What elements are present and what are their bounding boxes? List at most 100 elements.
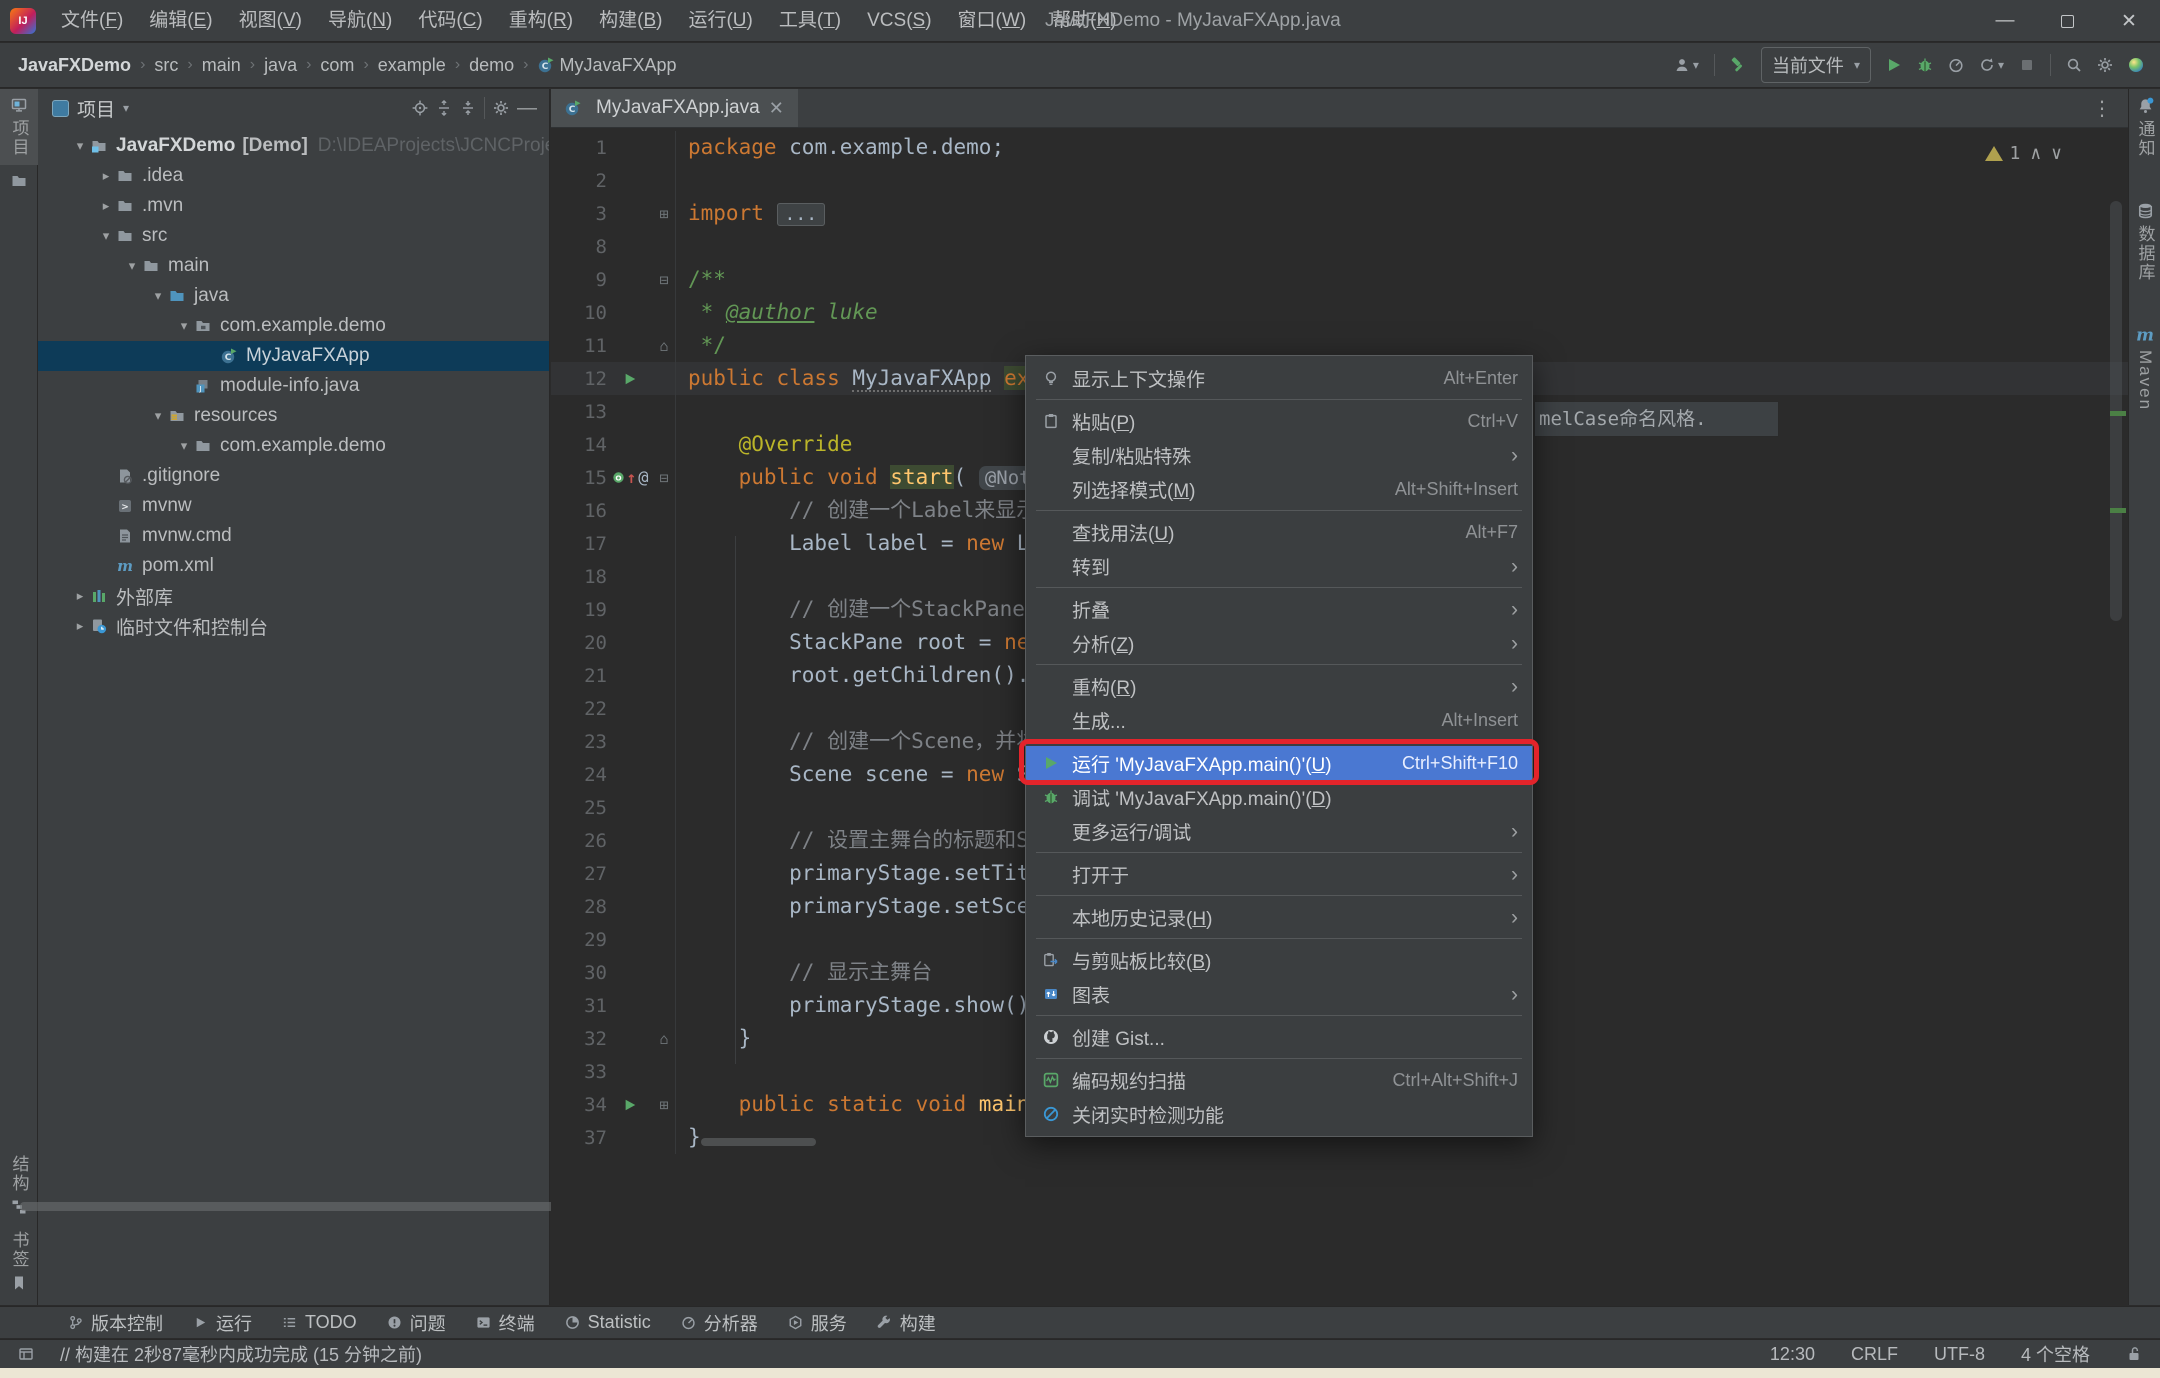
- tree-row[interactable]: ▸临时文件和控制台: [38, 611, 549, 641]
- tree-chevron-icon[interactable]: ▸: [95, 198, 117, 214]
- tree-row[interactable]: >mvnw: [38, 491, 549, 521]
- rerun-button[interactable]: ▾: [1979, 57, 2004, 73]
- toolwindow-button-problems[interactable]: 问题: [387, 1310, 446, 1336]
- tree-row[interactable]: ▾com.example.demo: [38, 431, 549, 461]
- caret-position[interactable]: 12:30: [1770, 1344, 1815, 1365]
- menu-b[interactable]: 构建(B): [586, 0, 675, 42]
- context-menu-item[interactable]: 生成...Alt+Insert: [1026, 703, 1532, 737]
- tree-chevron-icon[interactable]: ▾: [95, 228, 117, 244]
- fold-marker-icon[interactable]: ⊟: [653, 469, 675, 487]
- breadcrumb-item[interactable]: main: [202, 55, 241, 76]
- layout-icon[interactable]: [18, 1346, 34, 1362]
- tree-row[interactable]: ▾com.example.demo: [38, 311, 549, 341]
- tree-chevron-icon[interactable]: ▸: [69, 618, 91, 634]
- context-menu-item[interactable]: 编码规约扫描Ctrl+Alt+Shift+J: [1026, 1063, 1532, 1097]
- tab-options-icon[interactable]: ⋮: [2092, 89, 2128, 127]
- toolwindow-button-wrench[interactable]: 构建: [877, 1310, 936, 1336]
- ide-features-trainer-icon[interactable]: [2128, 57, 2144, 73]
- context-menu-item[interactable]: 关闭实时检测功能: [1026, 1097, 1532, 1131]
- menu-vcss[interactable]: VCS(S): [854, 0, 944, 42]
- context-menu-item[interactable]: 更多运行/调试›: [1026, 814, 1532, 848]
- menu-t[interactable]: 工具(T): [766, 0, 854, 42]
- tree-chevron-icon[interactable]: ▾: [147, 288, 169, 304]
- tab-close-icon[interactable]: ✕: [769, 98, 784, 119]
- overrides-gutter-icon[interactable]: O: [612, 471, 625, 484]
- run-button[interactable]: [1886, 57, 1902, 73]
- fold-marker-icon[interactable]: ⌂: [653, 337, 675, 355]
- context-menu-item[interactable]: 复制/粘贴特殊›: [1026, 438, 1532, 472]
- tree-chevron-icon[interactable]: ▸: [95, 168, 117, 184]
- debug-button[interactable]: [1917, 57, 1933, 73]
- toolwindow-button-terminal[interactable]: 终端: [476, 1310, 535, 1336]
- inspection-widget[interactable]: 1 ∧ ∨: [1985, 143, 2062, 164]
- prev-problem-icon[interactable]: ∧: [2030, 143, 2041, 164]
- fold-marker-icon[interactable]: ⊞: [653, 205, 675, 223]
- code-line[interactable]: 1package com.example.demo;: [551, 131, 2128, 164]
- code-line[interactable]: 3⊞import ...: [551, 197, 2128, 230]
- code-line[interactable]: 10 * @author luke: [551, 296, 2128, 329]
- toolwindow-button-todo[interactable]: TODO: [282, 1312, 357, 1333]
- menu-n[interactable]: 导航(N): [315, 0, 405, 42]
- context-menu-item[interactable]: 粘贴(P)Ctrl+V: [1026, 404, 1532, 438]
- context-menu-item[interactable]: 运行 'MyJavaFXApp.main()'(U)Ctrl+Shift+F10: [1026, 746, 1532, 780]
- context-menu-item[interactable]: 打开于›: [1026, 857, 1532, 891]
- indent-setting[interactable]: 4 个空格: [2021, 1341, 2090, 1367]
- line-separator[interactable]: CRLF: [1851, 1344, 1898, 1365]
- sidebar-item-project[interactable]: 项目: [0, 89, 38, 165]
- menu-r[interactable]: 重构(R): [496, 0, 586, 42]
- sidebar-item-structure[interactable]: 结构: [0, 1147, 38, 1223]
- context-menu-item[interactable]: 转到›: [1026, 549, 1532, 583]
- context-menu-item[interactable]: 查找用法(U)Alt+F7: [1026, 515, 1532, 549]
- unlock-icon[interactable]: [2126, 1346, 2142, 1362]
- settings-button[interactable]: [2097, 57, 2113, 73]
- breadcrumb-item[interactable]: demo: [469, 55, 514, 76]
- tab-myjavafxapp[interactable]: C MyJavaFXApp.java ✕: [551, 89, 798, 127]
- maximize-button[interactable]: [2036, 0, 2098, 42]
- next-problem-icon[interactable]: ∨: [2051, 143, 2062, 164]
- sidebar-item-commit[interactable]: [0, 165, 38, 197]
- code-line[interactable]: 2: [551, 164, 2128, 197]
- tree-row[interactable]: mpom.xml: [38, 551, 549, 581]
- context-menu-item[interactable]: 创建 Gist...: [1026, 1020, 1532, 1054]
- tree-chevron-icon[interactable]: ▾: [147, 408, 169, 424]
- menu-w[interactable]: 窗口(W): [945, 0, 1040, 42]
- breadcrumb-item[interactable]: src: [154, 55, 178, 76]
- breadcrumb-item[interactable]: JavaFXDemo: [18, 55, 131, 76]
- tree-chevron-icon[interactable]: ▾: [173, 438, 195, 454]
- panel-settings-button[interactable]: [493, 100, 509, 116]
- code-line[interactable]: 8: [551, 230, 2128, 263]
- run-configuration-select[interactable]: 当前文件 ▾: [1761, 47, 1871, 83]
- sidebar-item-notifications[interactable]: 通知: [2129, 89, 2160, 166]
- tree-row[interactable]: ▾src: [38, 221, 549, 251]
- hide-panel-button[interactable]: —: [517, 97, 537, 120]
- profiler-button[interactable]: [1948, 57, 1964, 73]
- toolwindow-button-gauge[interactable]: 分析器: [681, 1310, 758, 1336]
- chevron-down-icon[interactable]: ▾: [123, 101, 129, 115]
- file-encoding[interactable]: UTF-8: [1934, 1344, 1985, 1365]
- sidebar-item-maven[interactable]: m Maven: [2129, 318, 2160, 419]
- tree-row[interactable]: ▸外部库: [38, 581, 549, 611]
- code-line[interactable]: 9⊟/**: [551, 263, 2128, 296]
- menu-c[interactable]: 代码(C): [405, 0, 495, 42]
- context-menu-item[interactable]: 折叠›: [1026, 592, 1532, 626]
- locate-file-button[interactable]: [412, 100, 428, 116]
- context-menu-item[interactable]: 列选择模式(M)Alt+Shift+Insert: [1026, 472, 1532, 506]
- run-gutter-icon[interactable]: [623, 372, 637, 386]
- tree-chevron-icon[interactable]: ▾: [173, 318, 195, 334]
- tree-row[interactable]: ▸.mvn: [38, 191, 549, 221]
- breadcrumb-item[interactable]: example: [378, 55, 446, 76]
- close-button[interactable]: ✕: [2098, 0, 2160, 42]
- tree-chevron-icon[interactable]: ▾: [69, 138, 91, 154]
- tree-row[interactable]: ▾resources: [38, 401, 549, 431]
- context-menu-item[interactable]: 本地历史记录(H)›: [1026, 900, 1532, 934]
- menu-v[interactable]: 视图(V): [226, 0, 315, 42]
- fold-marker-icon[interactable]: ⊟: [653, 271, 675, 289]
- breadcrumb-item[interactable]: com: [320, 55, 354, 76]
- tree-row[interactable]: .gitignore: [38, 461, 549, 491]
- menu-e[interactable]: 编辑(E): [136, 0, 225, 42]
- run-gutter-icon[interactable]: [623, 1098, 637, 1112]
- menu-f[interactable]: 文件(F): [48, 0, 136, 42]
- breadcrumb-item[interactable]: CMyJavaFXApp: [538, 55, 677, 76]
- collapse-all-button[interactable]: [460, 100, 476, 116]
- fold-marker-icon[interactable]: ⊞: [653, 1096, 675, 1114]
